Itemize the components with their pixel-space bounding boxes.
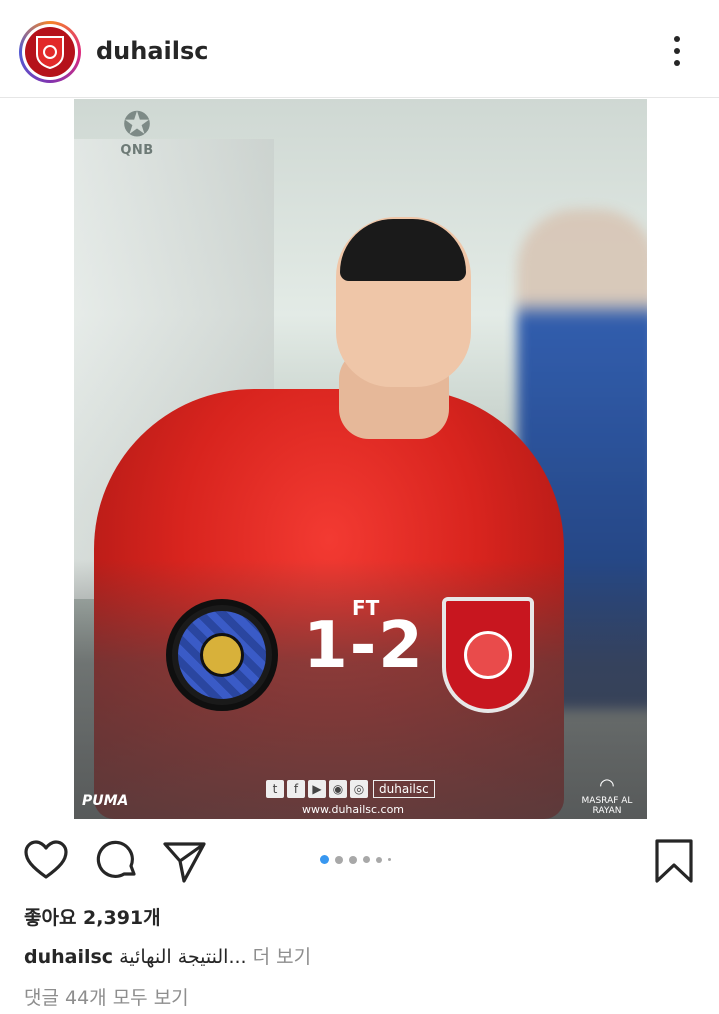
- club-emblem-icon: [464, 631, 512, 679]
- kit-brand: PUMA: [82, 793, 129, 809]
- home-team-crest: [166, 599, 278, 711]
- caption-username[interactable]: duhailsc: [24, 946, 113, 968]
- action-bar: [0, 822, 719, 898]
- more-options-icon[interactable]: [665, 36, 689, 66]
- social-links: t f ▶ ◉ ◎ duhailsc: [266, 780, 435, 798]
- caption-more-link[interactable]: 더 보기: [253, 946, 311, 968]
- carousel-dot: [376, 856, 382, 863]
- comment-icon[interactable]: [94, 837, 142, 885]
- match-score: 1-2: [303, 609, 425, 683]
- carousel-dot: [349, 855, 357, 864]
- carousel-dot-active: [320, 855, 329, 864]
- avatar[interactable]: [25, 27, 75, 77]
- share-send-icon[interactable]: [160, 837, 208, 885]
- post-image[interactable]: ✪ QNB FT 1-2 PUMA t f ▶ ◉ ◎ duhailsc www…: [74, 99, 647, 819]
- youtube-icon: ▶: [308, 780, 326, 798]
- carousel-dot: [388, 858, 391, 861]
- post-header: duhailsc: [0, 0, 719, 98]
- view-all-comments-link[interactable]: 댓글 44개 모두 보기: [24, 983, 189, 1010]
- story-ring[interactable]: [19, 21, 81, 83]
- carousel-dot: [335, 855, 343, 864]
- star-icon: ✪: [122, 105, 152, 145]
- carousel-indicator: [320, 855, 391, 864]
- caption-text: النتيجة النهائية...: [119, 946, 247, 968]
- football-icon: [200, 633, 244, 677]
- like-heart-icon[interactable]: [22, 837, 70, 885]
- sponsor-logo: ◠ MASRAF AL RAYAN: [572, 775, 642, 816]
- league-logo: ✪ QNB: [82, 107, 192, 177]
- caption: duhailsc النتيجة النهائية... 더 보기: [24, 942, 311, 969]
- facebook-icon: f: [287, 780, 305, 798]
- instagram-icon: ◎: [350, 780, 368, 798]
- bookmark-icon[interactable]: [652, 837, 700, 885]
- website-url: www.duhailsc.com: [302, 803, 405, 816]
- snapchat-icon: ◉: [329, 780, 347, 798]
- likes-count[interactable]: 좋아요 2,391개: [24, 903, 161, 930]
- carousel-dot: [363, 856, 370, 863]
- social-handle: duhailsc: [373, 780, 435, 798]
- username[interactable]: duhailsc: [96, 37, 209, 65]
- sponsor-icon: ◠: [599, 775, 615, 796]
- away-team-crest: [442, 597, 534, 713]
- twitter-icon: t: [266, 780, 284, 798]
- club-crest-icon: [36, 36, 64, 70]
